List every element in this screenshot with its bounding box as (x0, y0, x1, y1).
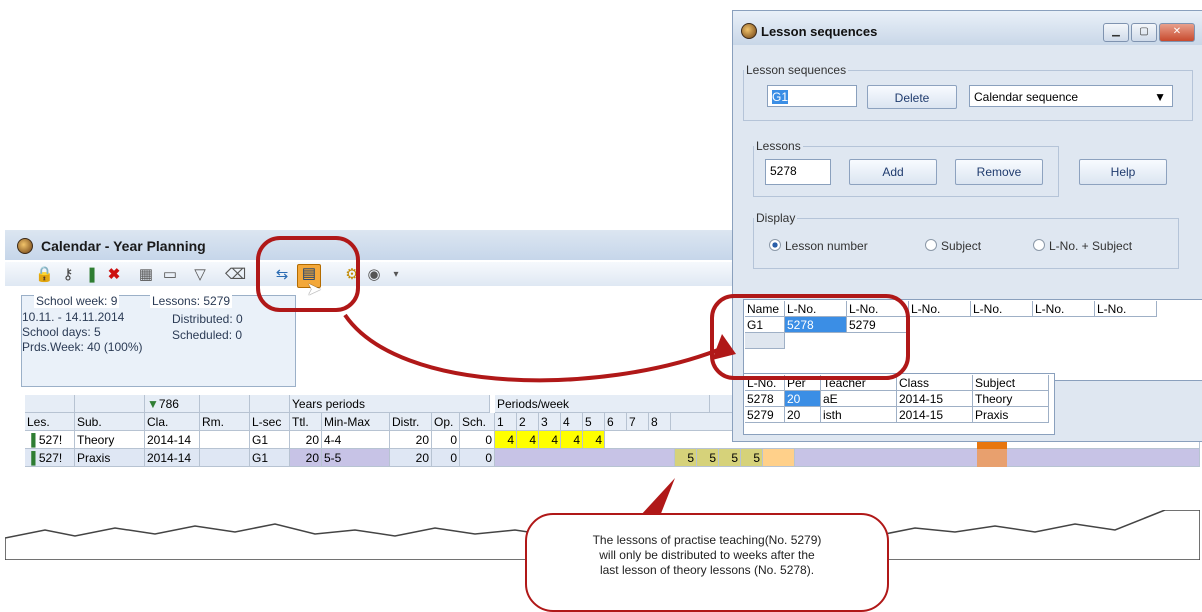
arrow-head (712, 334, 736, 360)
sequence-highlight (710, 294, 910, 380)
toolbar-highlight (256, 236, 360, 312)
arrow-line (343, 313, 719, 383)
callout-text: The lessons of practise teaching(No. 527… (592, 533, 822, 577)
callout-pointer (640, 478, 675, 516)
callout-box: The lessons of practise teaching(No. 527… (525, 513, 889, 612)
